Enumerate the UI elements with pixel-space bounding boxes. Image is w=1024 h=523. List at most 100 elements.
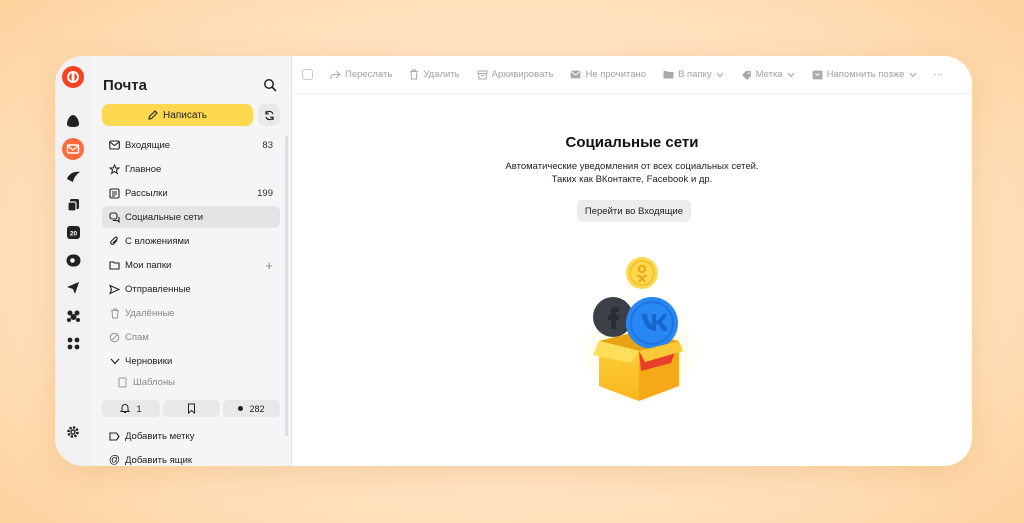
folder-label: Удалённые [125, 307, 175, 319]
mark-unread-button[interactable]: Не прочитано [570, 69, 646, 80]
messenger-icon[interactable] [63, 250, 83, 270]
refresh-icon [264, 110, 274, 120]
paperclip-icon [109, 236, 120, 247]
folder-attachments[interactable]: С вложениями [102, 230, 280, 252]
newsletter-icon [109, 187, 120, 199]
description-line: Автоматические уведомления от всех социа… [505, 161, 759, 172]
services-rail: 20 [55, 56, 91, 466]
more-button[interactable]: ··· [934, 69, 944, 80]
unread-filter[interactable]: 282 [223, 400, 280, 417]
trash-icon [410, 69, 419, 80]
folder-sent[interactable]: Отправленные [102, 278, 280, 300]
folder-newsletters[interactable]: Рассылки 199 [102, 182, 280, 204]
archive-icon [477, 70, 488, 79]
star-icon [109, 163, 120, 175]
calendar-day-label: 20 [69, 230, 77, 237]
add-label-button[interactable]: Добавить метку [102, 425, 280, 447]
folder-label: Мои папки [125, 259, 172, 271]
folder-count: 199 [257, 187, 273, 199]
folder-templates[interactable]: Шаблоны [110, 371, 280, 393]
add-folder-button[interactable]: + [265, 258, 273, 273]
yandex-id-logo-icon[interactable] [62, 66, 84, 88]
forward-label: Переслать [345, 69, 393, 80]
reminders-count: 1 [136, 403, 142, 414]
archive-button[interactable]: Архивировать [477, 69, 554, 80]
folder-inbox[interactable]: Входящие 83 [102, 134, 280, 156]
mail-window: 20 Почта Написать Входящие 83 Главное Ра… [55, 56, 972, 466]
remind-later-button[interactable]: Напомнить позже [812, 69, 917, 80]
empty-state-description: Автоматические уведомления от всех социа… [292, 160, 972, 186]
add-mailbox-text: Добавить ящик [125, 454, 193, 466]
folder-drafts[interactable]: Черновики [102, 350, 280, 372]
move-to-folder-label: В папку [678, 69, 712, 80]
folder-label: Спам [125, 331, 149, 343]
sidebar-scrollbar[interactable] [285, 136, 288, 436]
folder-my-folders[interactable]: Мои папки + [102, 254, 280, 276]
label-button[interactable]: Метка [741, 69, 795, 80]
chevron-down-icon [909, 72, 916, 77]
settings-icon[interactable] [63, 422, 83, 442]
label-icon [109, 431, 120, 442]
tag-icon [741, 70, 751, 80]
zen-icon[interactable] [63, 167, 83, 187]
compose-label: Написать [163, 109, 207, 121]
move-to-folder-button[interactable]: В папку [663, 69, 724, 80]
folder-icon [663, 71, 674, 79]
reminders-filter[interactable]: 1 [102, 400, 160, 417]
bookmarks-filter[interactable] [163, 400, 220, 417]
archive-label: Архивировать [491, 69, 554, 80]
go-to-inbox-button[interactable]: Перейти во Входящие [577, 200, 691, 222]
folder-label: Черновики [125, 355, 173, 367]
folder-label: Отправленные [125, 283, 191, 295]
label-button-label: Метка [755, 69, 783, 80]
reminder-icon [812, 70, 823, 79]
envelope-icon [571, 70, 581, 79]
folder-label: Рассылки [125, 187, 168, 199]
folder-spam[interactable]: Спам [102, 326, 280, 348]
template-icon [117, 377, 128, 388]
inbox-icon [109, 140, 120, 151]
folder-label: Шаблоны [133, 376, 176, 388]
folder-label: Главное [125, 163, 162, 175]
search-icon[interactable] [263, 78, 277, 92]
folder-main[interactable]: Главное [102, 158, 280, 180]
folder-count: 83 [262, 139, 273, 151]
forward-icon [330, 70, 341, 79]
chevron-down-icon[interactable] [109, 356, 120, 367]
bell-icon [120, 404, 131, 413]
at-sign-icon: @ [108, 454, 121, 466]
refresh-button[interactable] [258, 104, 280, 126]
compose-button[interactable]: Написать [102, 104, 253, 126]
select-all-checkbox[interactable] [302, 69, 313, 80]
add-label-text: Добавить метку [125, 430, 195, 442]
add-mailbox-button[interactable]: @ Добавить ящик [102, 449, 280, 466]
trash-icon [109, 308, 120, 319]
folder-sidebar: Почта Написать Входящие 83 Главное Рассы… [91, 56, 292, 466]
remind-later-label: Напомнить позже [826, 69, 905, 80]
chevron-down-icon [716, 72, 724, 77]
folder-icon [109, 260, 120, 271]
social-box-illustration [581, 257, 697, 401]
odnoklassniki-coin-icon [626, 257, 658, 289]
delete-button[interactable]: Удалить [409, 69, 460, 80]
folder-social[interactable]: Социальные сети [102, 206, 280, 228]
chevron-down-icon [787, 72, 795, 77]
mail-icon[interactable] [62, 138, 84, 160]
telemost-icon[interactable] [63, 278, 83, 298]
community-icon[interactable] [63, 306, 83, 326]
calendar-icon[interactable]: 20 [63, 222, 83, 242]
send-icon [109, 283, 120, 295]
forward-button[interactable]: Переслать [330, 69, 392, 80]
bookmark-icon [188, 403, 195, 414]
all-services-icon[interactable] [63, 333, 83, 353]
alice-icon[interactable] [63, 111, 83, 131]
quick-filters: 1 282 [102, 400, 280, 417]
mark-unread-label: Не прочитано [585, 69, 647, 80]
unread-count: 282 [249, 403, 265, 414]
chat-icon [109, 211, 120, 223]
folder-deleted[interactable]: Удалённые [102, 302, 280, 324]
spam-icon [109, 332, 120, 343]
delete-label: Удалить [423, 69, 460, 80]
unread-dot-icon [238, 406, 244, 411]
disk-icon[interactable] [63, 195, 83, 215]
